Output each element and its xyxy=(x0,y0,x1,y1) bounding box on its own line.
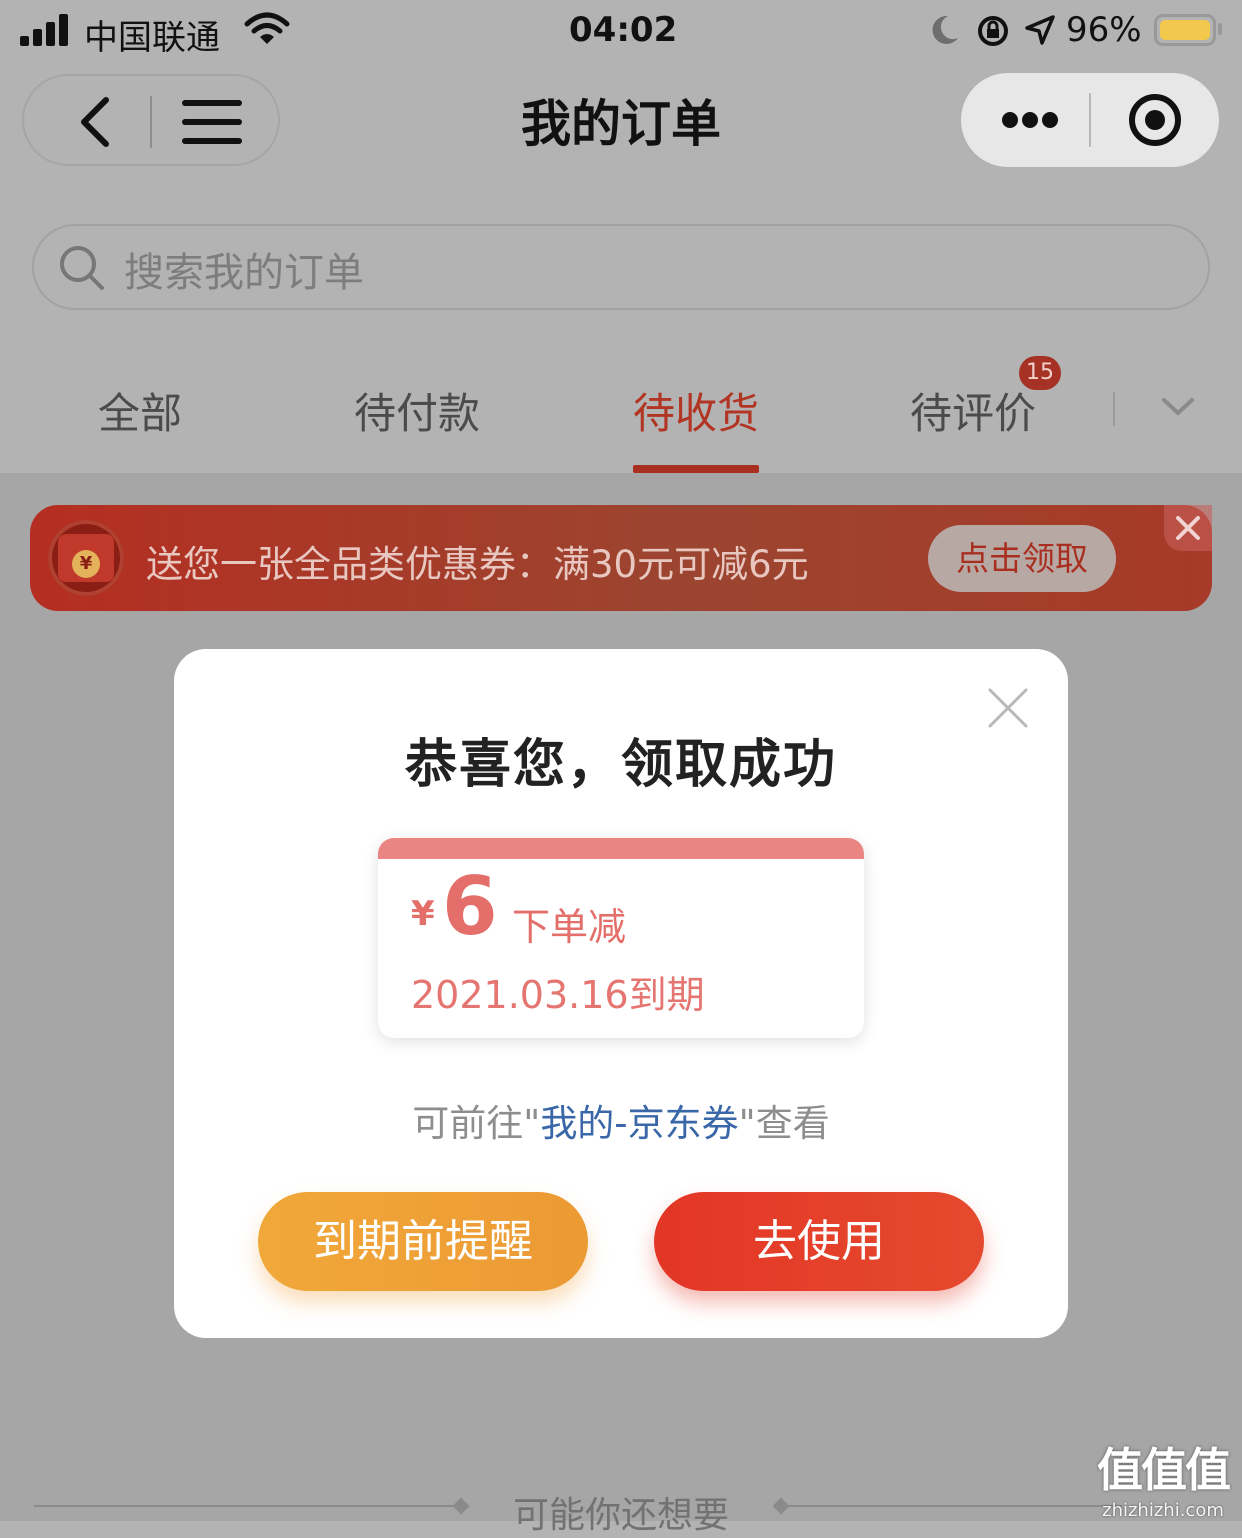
divider-line xyxy=(786,1505,1122,1507)
close-miniprogram-icon[interactable] xyxy=(1128,93,1182,147)
carrier-label: 中国联通 xyxy=(84,18,220,58)
banner-close-button[interactable] xyxy=(1164,505,1212,551)
chevron-down-icon[interactable] xyxy=(1160,396,1196,418)
tab-all[interactable]: 全部 xyxy=(70,380,210,441)
capsule-divider xyxy=(1089,93,1091,147)
remind-before-expiry-button[interactable]: 到期前提醒 xyxy=(258,1192,588,1291)
coupon-currency: ¥ xyxy=(411,894,435,934)
tab-pending-payment[interactable]: 待付款 xyxy=(340,380,494,441)
view-hint: 可前往"我的-京东券"查看 xyxy=(174,1093,1068,1147)
battery-cap xyxy=(1218,23,1222,35)
close-icon xyxy=(1164,505,1212,551)
yuan-coin-symbol: ¥ xyxy=(72,550,100,578)
tab-pending-review[interactable]: 待评价 xyxy=(896,380,1050,441)
wifi-icon xyxy=(244,12,290,44)
coupon-amount: 6 xyxy=(442,860,498,953)
modal-title: 恭喜您，领取成功 xyxy=(404,735,837,795)
hint-prefix: 可前往" xyxy=(412,1102,541,1145)
tab-pending-receipt[interactable]: 待收货 xyxy=(618,380,774,441)
miniprogram-capsule xyxy=(961,73,1219,167)
claim-button[interactable]: 点击领取 xyxy=(928,525,1116,592)
watermark: 值值值 zhizhizhi.com xyxy=(1090,1434,1236,1521)
review-count-badge: 15 xyxy=(1019,356,1061,390)
location-icon xyxy=(1025,15,1055,45)
signal-icon xyxy=(20,14,68,46)
search-icon xyxy=(60,246,104,290)
divider-line xyxy=(34,1505,460,1507)
active-tab-indicator xyxy=(633,465,759,473)
hint-suffix: "查看 xyxy=(738,1102,830,1145)
watermark-logo: 值值值 xyxy=(1097,1443,1231,1497)
battery-icon xyxy=(1154,14,1216,46)
coupon-expiry: 2021.03.16到期 xyxy=(411,973,705,1017)
recommend-title: 可能你还想要 xyxy=(512,1495,729,1536)
clock: 04:02 xyxy=(569,10,678,50)
coupon-card-header xyxy=(378,838,864,859)
status-bar: 中国联通 04:02 96% xyxy=(0,0,1242,64)
battery-percent: 96% xyxy=(1066,10,1142,50)
my-coupons-link[interactable]: 我的-京东券 xyxy=(540,1102,738,1145)
banner-text: 送您一张全品类优惠券：满30元可减6元 xyxy=(146,543,809,586)
search-placeholder: 搜索我的订单 xyxy=(124,250,364,296)
use-coupon-button[interactable]: 去使用 xyxy=(654,1192,984,1291)
tabs-divider xyxy=(1113,392,1115,426)
red-envelope-icon: ¥ xyxy=(48,520,124,596)
more-icon[interactable] xyxy=(1001,111,1059,129)
coupon-label: 下单减 xyxy=(512,905,627,949)
moon-icon xyxy=(932,15,958,44)
rotation-lock-icon xyxy=(978,16,1008,46)
watermark-domain: zhizhizhi.com xyxy=(1102,1500,1224,1521)
